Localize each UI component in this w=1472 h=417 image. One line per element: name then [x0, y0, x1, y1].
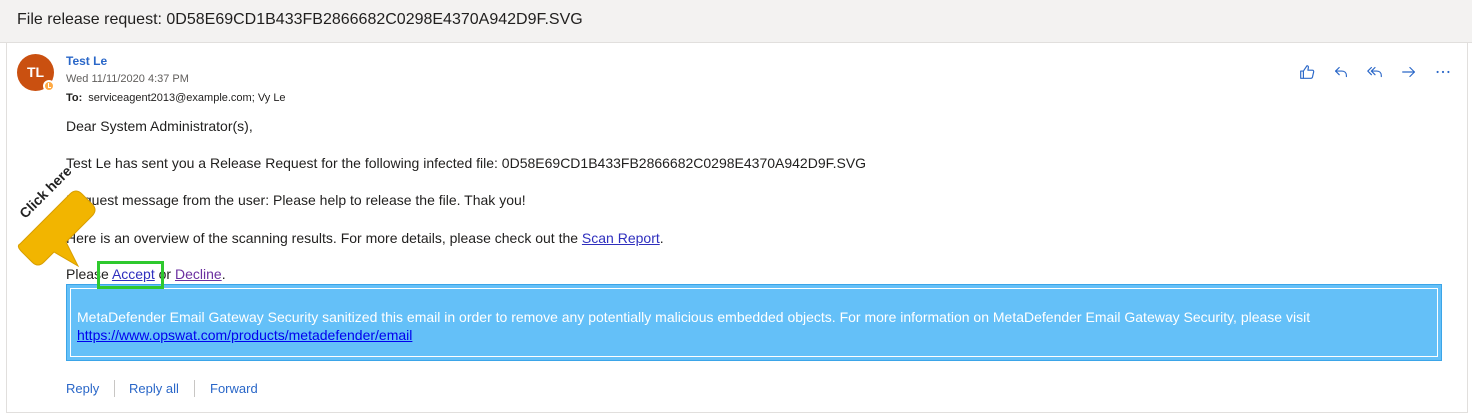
reply-button[interactable]: Reply	[66, 381, 99, 396]
click-here-callout	[17, 190, 96, 268]
banner-message: MetaDefender Email Gateway Security sani…	[77, 308, 1429, 344]
footer-divider	[194, 380, 195, 397]
recipients[interactable]: serviceagent2013@example.com; Vy Le	[88, 92, 285, 104]
reply-all-icon[interactable]	[1364, 62, 1386, 82]
user-message-line: Request message from the user: Please he…	[66, 192, 526, 208]
subject-bar: File release request: 0D58E69CD1B433FB28…	[0, 0, 1472, 43]
footer-divider	[114, 380, 115, 397]
reply-all-button[interactable]: Reply all	[129, 381, 179, 396]
like-icon[interactable]	[1296, 62, 1318, 82]
banner-frame: MetaDefender Email Gateway Security sani…	[70, 288, 1438, 357]
recipients-line: To: serviceagent2013@example.com; Vy Le	[66, 92, 286, 104]
decline-link[interactable]: Decline	[175, 266, 222, 282]
banner-text: MetaDefender Email Gateway Security sani…	[77, 309, 1311, 325]
sender-name[interactable]: Test Le	[66, 54, 107, 68]
more-icon[interactable]	[1432, 62, 1454, 82]
email-subject: File release request: 0D58E69CD1B433FB28…	[17, 11, 583, 28]
scan-report-link[interactable]: Scan Report	[582, 230, 660, 246]
scan-overview-text: Here is an overview of the scanning resu…	[66, 230, 582, 246]
to-label: To:	[66, 92, 83, 104]
reply-icon[interactable]	[1330, 62, 1352, 82]
release-request-line: Test Le has sent you a Release Request f…	[66, 155, 867, 171]
forward-icon[interactable]	[1398, 62, 1420, 82]
scan-overview-line: Here is an overview of the scanning resu…	[66, 230, 664, 246]
scan-overview-end: .	[659, 230, 664, 246]
greeting: Dear System Administrator(s),	[66, 118, 253, 134]
period-text: .	[221, 266, 226, 282]
opswat-link[interactable]: https://www.opswat.com/products/metadefe…	[77, 327, 412, 343]
accept-highlight-box	[97, 261, 164, 289]
sent-datetime: Wed 11/11/2020 4:37 PM	[66, 73, 189, 85]
forward-button[interactable]: Forward	[210, 381, 258, 396]
presence-icon	[43, 80, 55, 92]
security-banner: MetaDefender Email Gateway Security sani…	[66, 284, 1442, 361]
